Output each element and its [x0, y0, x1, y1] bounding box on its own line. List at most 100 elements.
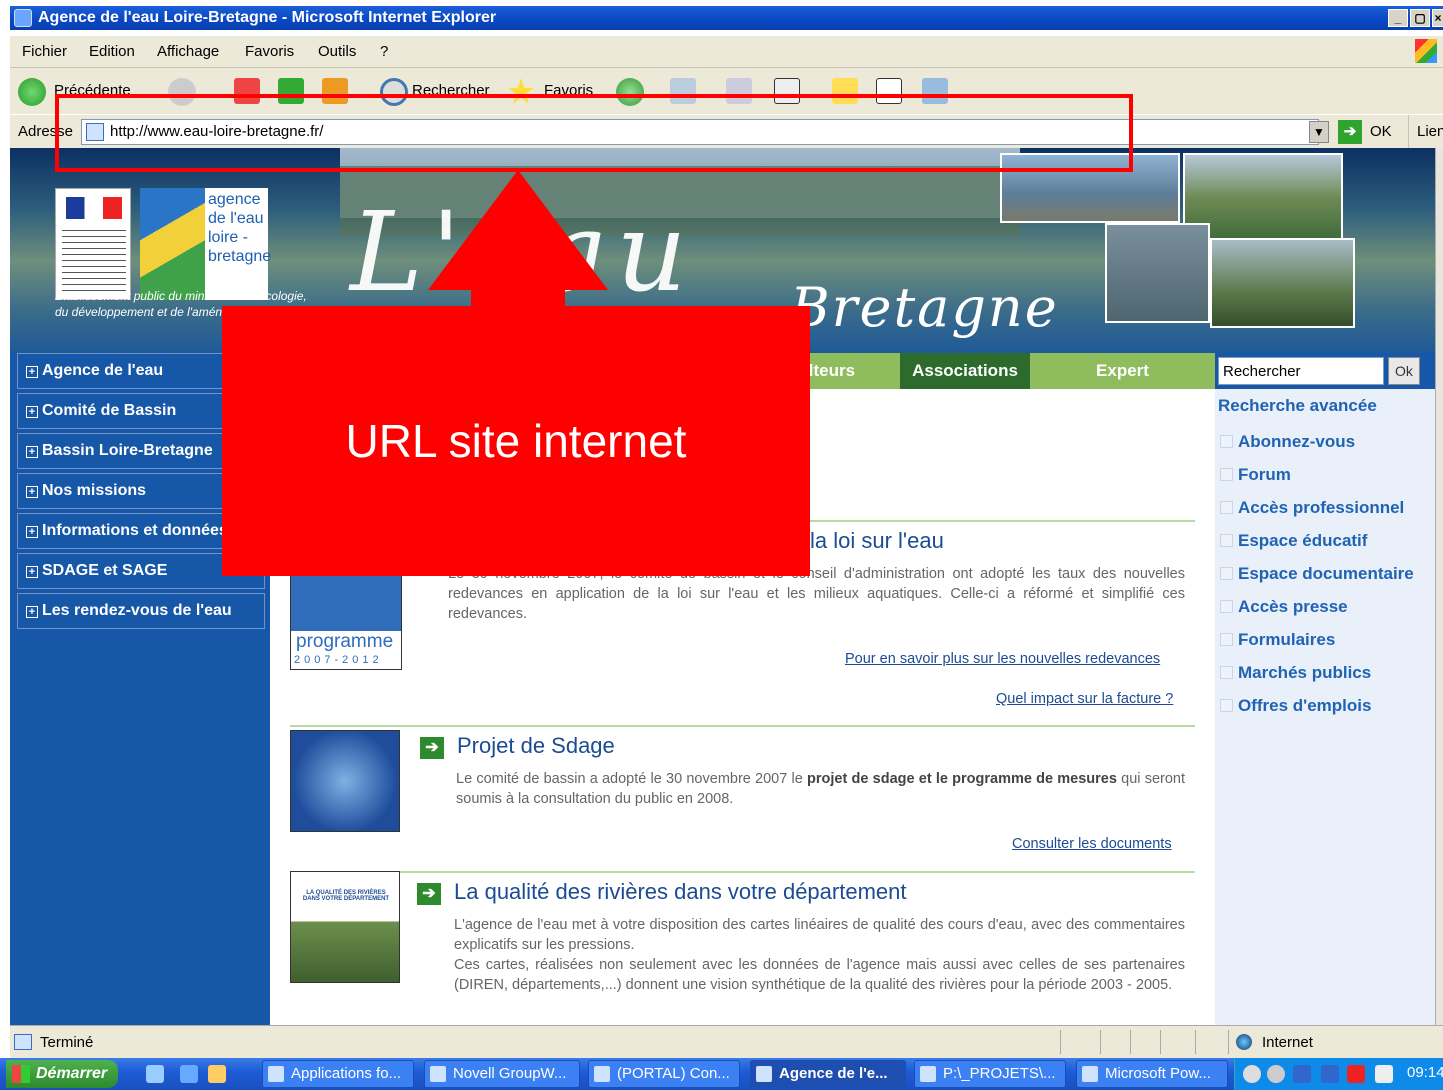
article-text-2: Ces cartes, réalisées non seulement avec…	[454, 957, 1185, 993]
menu-edition[interactable]: Edition	[89, 43, 135, 60]
article-title[interactable]: La qualité des rivières dans votre dépar…	[454, 879, 906, 905]
sidebar-link-acces-pro[interactable]: Accès professionnel	[1220, 498, 1404, 518]
banner-subtitle: Bretagne	[790, 276, 1059, 339]
app-icon	[268, 1066, 284, 1082]
address-dropdown-button[interactable]: ▼	[1309, 121, 1329, 143]
tab-expert[interactable]: Expert	[1030, 353, 1215, 389]
article-text: Le comité de bassin a adopté le 30 novem…	[456, 771, 1186, 807]
page-done-icon	[14, 1034, 32, 1050]
menu-affichage[interactable]: Affichage	[157, 43, 219, 60]
article-qualite: LA QUALITÉ DES RIVIÈRES DANS VOTRE DÉPAR…	[290, 871, 1195, 1025]
task-agence[interactable]: Agence de l'e...	[750, 1060, 906, 1088]
task-powerpoint[interactable]: Microsoft Pow...	[1076, 1060, 1228, 1088]
clock[interactable]: 09:14	[1407, 1064, 1443, 1081]
bullet-icon	[1220, 600, 1233, 613]
right-sidebar: Ok Recherche avancée Abonnez-vous Forum …	[1215, 353, 1435, 1025]
agence-logo[interactable]: agence de l'eau loire - bretagne	[140, 188, 271, 300]
article-link-redevances[interactable]: Pour en savoir plus sur les nouvelles re…	[845, 651, 1160, 667]
article-title[interactable]: Projet de Sdage	[457, 733, 615, 759]
sidebar-link-abonnez[interactable]: Abonnez-vous	[1220, 432, 1355, 452]
task-groupwise[interactable]: Novell GroupW...	[424, 1060, 580, 1088]
tray-flag-icon[interactable]	[1375, 1065, 1393, 1083]
menu-favoris[interactable]: Favoris	[245, 43, 294, 60]
quicklaunch-folder-icon[interactable]	[208, 1065, 226, 1083]
ministry-text-block	[62, 225, 126, 295]
bullet-icon	[1220, 567, 1233, 580]
fisherman-photo	[1105, 223, 1210, 323]
close-button[interactable]: ×	[1432, 9, 1443, 27]
republique-francaise-logo[interactable]	[55, 188, 131, 300]
taskbar: Démarrer Applications fo... Novell Group…	[0, 1058, 1443, 1090]
menu-fichier[interactable]: Fichier	[22, 43, 67, 60]
sidebar-link-forum[interactable]: Forum	[1220, 465, 1291, 485]
maximize-button[interactable]: ▢	[1410, 9, 1430, 27]
back-arrow-icon[interactable]	[18, 78, 46, 106]
article-title[interactable]: la loi sur l'eau	[810, 528, 944, 554]
menu-outils[interactable]: Outils	[318, 43, 356, 60]
status-bar: Terminé Internet	[10, 1025, 1443, 1058]
bullet-icon	[1220, 699, 1233, 712]
sidebar-link-emplois[interactable]: Offres d'emplois	[1220, 696, 1371, 716]
sidebar-link-marches[interactable]: Marchés publics	[1220, 663, 1371, 683]
status-divider	[1060, 1030, 1061, 1054]
window-title-bar[interactable]: Agence de l'eau Loire-Bretagne - Microso…	[0, 0, 1443, 36]
vertical-scrollbar[interactable]	[1435, 148, 1443, 1025]
task-portal[interactable]: (PORTAL) Con...	[588, 1060, 740, 1088]
sidebar-link-formulaires[interactable]: Formulaires	[1220, 630, 1335, 650]
tray-sync-icon[interactable]	[1267, 1065, 1285, 1083]
tray-security-icon[interactable]	[1293, 1065, 1311, 1083]
annotation-label: URL site internet	[222, 306, 810, 576]
menu-help[interactable]: ?	[380, 43, 388, 60]
ie-icon	[594, 1066, 610, 1082]
article-text: L'agence de l'eau met à votre dispositio…	[454, 917, 1185, 953]
minimize-button[interactable]: _	[1388, 9, 1408, 27]
bullet-icon	[1220, 534, 1233, 547]
folder-icon	[920, 1066, 936, 1082]
sidebar-link-presse[interactable]: Accès presse	[1220, 597, 1348, 617]
go-arrow-icon: ➔	[1338, 120, 1362, 144]
search-input[interactable]	[1218, 357, 1384, 385]
annotation-arrow-icon	[428, 170, 608, 290]
ie-page-icon	[14, 9, 32, 27]
wetland-photo	[1210, 238, 1355, 328]
globe-icon	[1236, 1034, 1252, 1050]
europe-map-thumbnail[interactable]	[290, 730, 400, 832]
article-link-documents[interactable]: Consulter les documents	[1012, 836, 1172, 852]
bullet-icon	[1220, 633, 1233, 646]
sidebar-link-documentaire[interactable]: Espace documentaire	[1220, 564, 1414, 584]
expand-icon: +	[26, 606, 38, 618]
bullet-icon	[1220, 468, 1233, 481]
search-strip: Ok	[1215, 353, 1435, 389]
article-sdage: ➔ Projet de Sdage Le comité de bassin a …	[290, 725, 1195, 870]
sidebar-link-educatif[interactable]: Espace éducatif	[1220, 531, 1367, 551]
status-divider	[1100, 1030, 1101, 1054]
ie-icon	[756, 1066, 772, 1082]
task-applications[interactable]: Applications fo...	[262, 1060, 414, 1088]
bullet-icon	[1220, 666, 1233, 679]
bullet-icon	[1220, 435, 1233, 448]
quicklaunch-ie-icon[interactable]	[146, 1065, 164, 1083]
web-page: agence de l'eau loire - bretagne Établis…	[10, 148, 1435, 1025]
quicklaunch-browser-icon[interactable]	[180, 1065, 198, 1083]
expand-icon: +	[26, 486, 38, 498]
tab-associations[interactable]: Associations	[900, 353, 1030, 389]
task-projets[interactable]: P:\_PROJETS\...	[914, 1060, 1066, 1088]
start-button[interactable]: Démarrer	[6, 1060, 118, 1088]
article-link-facture[interactable]: Quel impact sur la facture ?	[996, 691, 1173, 707]
french-flag-icon	[66, 197, 122, 219]
advanced-search-link[interactable]: Recherche avancée	[1218, 396, 1377, 416]
tray-vpn-icon[interactable]	[1321, 1065, 1339, 1083]
expand-icon: +	[26, 366, 38, 378]
groupwise-icon	[430, 1066, 446, 1082]
search-ok-button[interactable]: Ok	[1388, 357, 1420, 385]
arrow-right-icon: ➔	[420, 737, 444, 759]
tray-novell-icon[interactable]	[1347, 1065, 1365, 1083]
status-text: Terminé	[40, 1034, 94, 1051]
windows-logo-icon	[1415, 39, 1437, 63]
links-button[interactable]: Liens	[1408, 115, 1443, 149]
tray-network-icon[interactable]	[1243, 1065, 1261, 1083]
powerpoint-icon	[1082, 1066, 1098, 1082]
go-button[interactable]: ➔ OK	[1338, 119, 1408, 145]
nav-rendezvous[interactable]: + Les rendez-vous de l'eau	[17, 593, 265, 629]
rivers-report-thumbnail[interactable]: LA QUALITÉ DES RIVIÈRES DANS VOTRE DÉPAR…	[290, 871, 400, 983]
